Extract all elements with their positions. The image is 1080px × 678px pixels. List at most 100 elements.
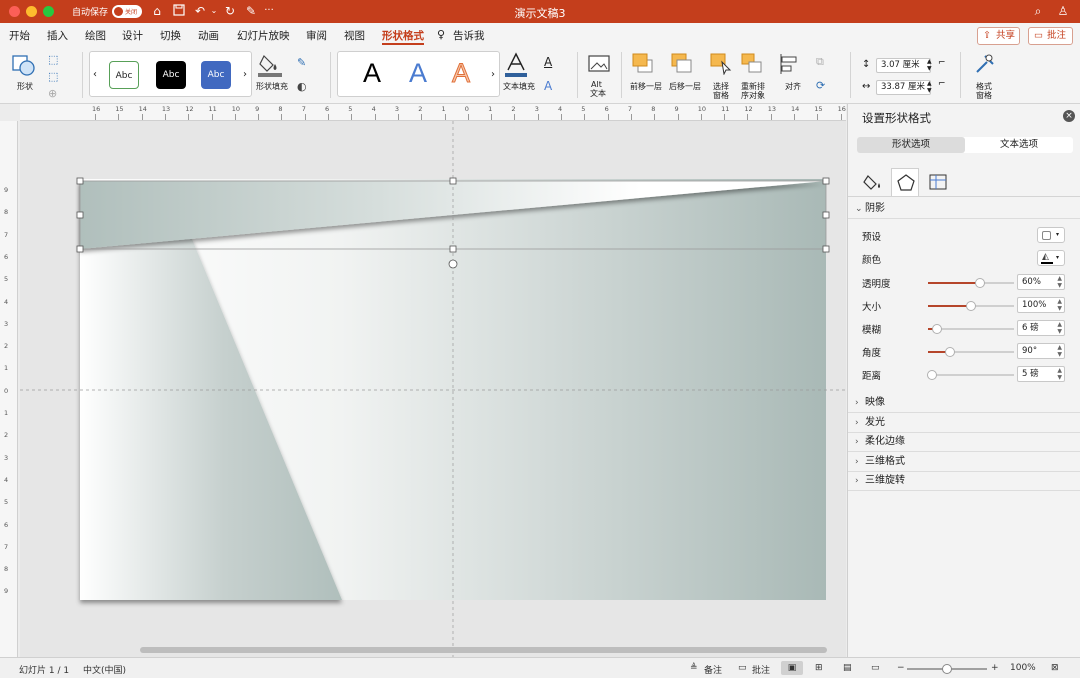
zoom-in-icon[interactable]: + [991,663,999,673]
effects-pentagon-icon[interactable] [891,168,919,196]
crop-icon[interactable]: ⌐ [938,58,946,68]
comment-button[interactable]: ▭ 批注 [1028,27,1073,45]
send-backward-icon[interactable] [671,53,693,75]
text-fill-icon[interactable] [505,52,527,78]
selection-pane-icon[interactable] [710,53,732,76]
height-stepper[interactable]: ▲ ▼ [927,58,932,72]
resize-handle[interactable] [822,245,830,253]
shape-fill-icon[interactable] [258,52,282,78]
account-icon[interactable]: ♙ [1056,4,1070,18]
shape-effects-icon[interactable]: ◐ [297,80,307,93]
value-stepper[interactable]: ▲ ▼ [1057,321,1062,335]
resize-handle[interactable] [76,177,84,185]
horizontal-scrollbar[interactable] [140,647,827,653]
property-value-input[interactable]: 6 磅 ▲ ▼ [1017,320,1065,336]
close-icon[interactable]: × [1063,110,1075,122]
tab-animations[interactable]: 动画 [198,28,219,43]
group-icon[interactable]: ⧉ [816,55,824,69]
tab-insert[interactable]: 插入 [47,28,68,43]
merge-shapes-icon[interactable]: ⊕ [48,87,57,100]
tab-shape-format[interactable]: 形状格式 [382,28,424,43]
shape-outline-icon[interactable]: ✎ [297,56,306,69]
property-value-input[interactable]: 90° ▲ ▼ [1017,343,1065,359]
gallery-prev-icon[interactable]: ‹ [93,69,97,80]
tab-design[interactable]: 设计 [122,28,143,43]
wordart-black[interactable]: A [363,58,381,89]
slideshow-view-icon[interactable]: ▭ [871,663,880,673]
normal-view-icon[interactable]: ▣ [781,661,803,675]
shape-height-input[interactable]: 3.07 厘米 [876,58,931,73]
search-icon[interactable]: ⌕ [1031,4,1045,18]
tab-tell-me[interactable]: 告诉我 [453,28,485,43]
zoom-slider[interactable] [907,664,987,674]
fill-line-icon[interactable] [860,168,888,196]
share-button[interactable]: ⇪ 共享 [977,27,1020,45]
tab-draw[interactable]: 绘图 [85,28,106,43]
slider-knob[interactable] [966,301,976,311]
resize-handle[interactable] [822,211,830,219]
collapsed-section-header[interactable]: › 三维格式 [848,452,1080,472]
value-stepper[interactable]: ▲ ▼ [1057,298,1062,312]
fit-to-window-icon[interactable]: ⊠ [1051,663,1059,673]
size-properties-icon[interactable] [924,168,952,196]
shadow-section-header[interactable]: ⌄ 阴影 [848,199,1080,219]
text-outline-icon[interactable]: A [544,55,552,69]
rotate-handle[interactable] [448,259,458,269]
style-swatch-blue[interactable]: Abc [201,61,231,89]
reading-view-icon[interactable]: ▤ [843,663,852,673]
collapsed-section-header[interactable]: › 映像 [848,393,1080,413]
comments-icon[interactable]: ▭ [738,663,747,673]
collapsed-section-header[interactable]: › 柔化边缘 [848,432,1080,452]
slider-knob[interactable] [944,347,955,357]
wordart-orange[interactable]: A [451,58,470,89]
size-launcher-icon[interactable]: ⌐ [938,79,946,89]
value-stepper[interactable]: ▲ ▼ [1057,275,1062,289]
slide[interactable] [20,121,846,657]
resize-handle[interactable] [822,177,830,185]
property-slider[interactable] [927,370,1014,380]
slider-knob[interactable] [974,278,985,288]
resize-handle[interactable] [76,211,84,219]
property-slider[interactable] [928,278,1014,288]
align-icon[interactable] [779,53,801,75]
style-swatch-outline[interactable]: Abc [109,61,139,89]
property-slider[interactable] [928,324,1014,334]
notes-icon[interactable]: ≜ [690,663,698,673]
value-stepper[interactable]: ▲ ▼ [1057,367,1062,381]
text-box-icon[interactable]: ⬚ [48,70,58,83]
preset-dropdown[interactable]: ▾ [1037,227,1065,243]
bring-forward-icon[interactable] [632,53,654,75]
property-value-input[interactable]: 60% ▲ ▼ [1017,274,1065,290]
property-value-input[interactable]: 5 磅 ▲ ▼ [1017,366,1065,382]
resize-handle[interactable] [449,177,457,185]
wordart-blue[interactable]: A [409,58,427,89]
collapsed-section-header[interactable]: › 发光 [848,413,1080,433]
zoom-out-icon[interactable]: − [897,663,905,673]
property-slider[interactable] [928,301,1014,311]
style-swatch-black[interactable]: Abc [156,61,186,89]
text-options-tab[interactable]: 文本选项 [965,137,1073,153]
tab-slideshow[interactable]: 幻灯片放映 [237,28,290,43]
shapes-icon[interactable] [10,52,38,80]
slider-knob[interactable] [927,370,938,380]
shape-width-input[interactable]: 33.87 厘米 [876,80,931,95]
shadow-color-dropdown[interactable]: ◭ ▾ [1037,250,1065,266]
width-stepper[interactable]: ▲ ▼ [927,80,932,94]
alt-text-icon[interactable] [588,54,610,74]
tab-home[interactable]: 开始 [9,28,30,43]
format-pane-icon[interactable] [973,52,997,76]
collapsed-section-header[interactable]: › 三维旋转 [848,471,1080,491]
resize-handle[interactable] [76,245,84,253]
language-indicator[interactable]: 中文(中国) [83,663,126,676]
gallery-next-icon[interactable]: › [243,69,247,80]
notes-button[interactable]: 备注 [704,663,722,676]
reorder-objects-icon[interactable] [741,53,763,75]
resize-handle[interactable] [449,245,457,253]
slider-knob[interactable] [931,324,942,334]
tab-transitions[interactable]: 切换 [160,28,181,43]
zoom-level[interactable]: 100% [1010,663,1036,673]
edit-shape-icon[interactable]: ⬚ [48,53,58,66]
property-value-input[interactable]: 100% ▲ ▼ [1017,297,1065,313]
value-stepper[interactable]: ▲ ▼ [1057,344,1062,358]
wordart-next-icon[interactable]: › [491,69,495,80]
